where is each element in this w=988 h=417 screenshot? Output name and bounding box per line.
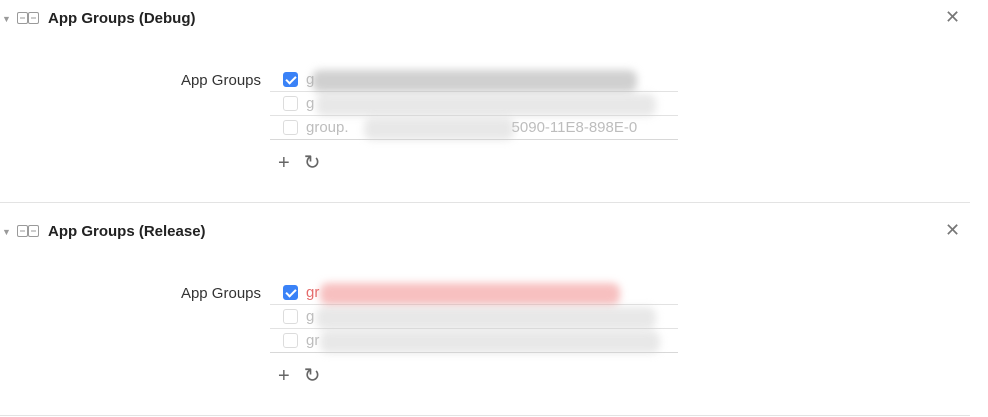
app-groups-capability-icon	[17, 225, 39, 237]
list-item[interactable]: gr	[270, 281, 678, 305]
app-groups-list: g g group. 5090-11E8-898E-0	[270, 68, 678, 140]
group-checkbox[interactable]	[283, 120, 298, 135]
group-identifier: g	[306, 307, 656, 329]
section-header[interactable]: ▼ App Groups (Release) ✕	[0, 213, 970, 251]
group-checkbox[interactable]	[283, 72, 298, 87]
group-checkbox[interactable]	[283, 96, 298, 111]
list-item[interactable]: group. 5090-11E8-898E-0	[270, 116, 678, 140]
list-toolbar: + ↻	[278, 365, 320, 387]
close-icon[interactable]: ✕	[945, 220, 960, 240]
list-item[interactable]: gr	[270, 329, 678, 353]
refresh-icon[interactable]: ↻	[304, 365, 321, 387]
app-groups-list: gr g gr	[270, 281, 678, 353]
app-groups-debug-section: ▼ App Groups (Debug) ✕ App Groups g g gr…	[0, 0, 970, 203]
section-title: App Groups (Debug)	[48, 10, 196, 27]
section-divider	[0, 415, 970, 416]
app-groups-capability-icon	[17, 12, 39, 24]
section-header[interactable]: ▼ App Groups (Debug) ✕	[0, 0, 970, 38]
group-checkbox[interactable]	[283, 333, 298, 348]
close-icon[interactable]: ✕	[945, 7, 960, 27]
group-checkbox[interactable]	[283, 309, 298, 324]
list-toolbar: + ↻	[278, 152, 320, 174]
list-item[interactable]: g	[270, 305, 678, 329]
section-title: App Groups (Release)	[48, 223, 206, 240]
app-groups-release-section: ▼ App Groups (Release) ✕ App Groups gr g…	[0, 213, 970, 417]
group-identifier: g	[306, 94, 656, 116]
group-identifier: group. 5090-11E8-898E-0	[306, 118, 637, 140]
refresh-icon[interactable]: ↻	[304, 152, 321, 174]
list-item[interactable]: g	[270, 68, 678, 92]
plus-icon[interactable]: +	[278, 365, 290, 387]
field-label: App Groups	[180, 72, 261, 89]
plus-icon[interactable]: +	[278, 152, 290, 174]
field-label: App Groups	[180, 285, 261, 302]
list-item[interactable]: g	[270, 92, 678, 116]
group-identifier: gr	[306, 331, 660, 353]
disclosure-triangle-icon[interactable]: ▼	[2, 227, 11, 237]
section-divider	[0, 202, 970, 203]
group-checkbox[interactable]	[283, 285, 298, 300]
group-identifier: gr	[306, 283, 620, 305]
disclosure-triangle-icon[interactable]: ▼	[2, 14, 11, 24]
group-identifier: g	[306, 70, 637, 92]
